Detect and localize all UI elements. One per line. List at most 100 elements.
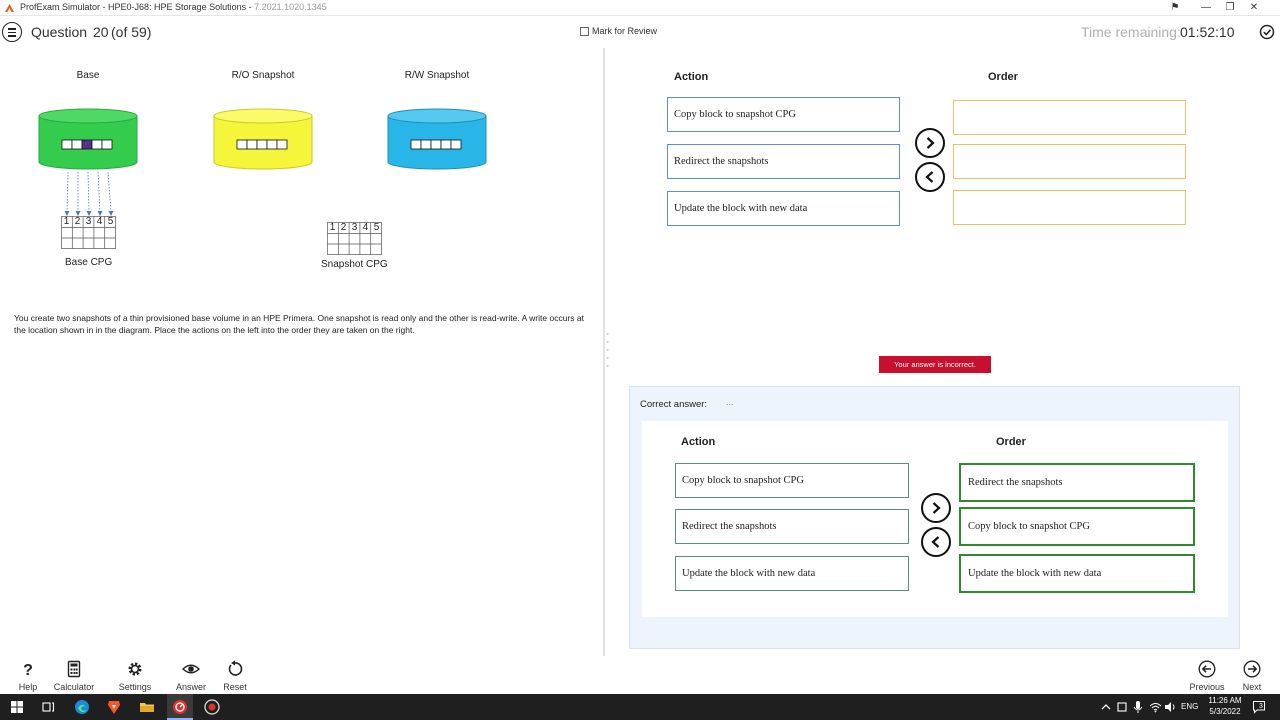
mapping-arrows — [64, 172, 114, 216]
app-version: 7.2021.1020.1345 — [254, 2, 327, 12]
clock-time[interactable]: 11:26 AM — [1207, 696, 1243, 705]
volume-label-rw-snapshot: R/W Snapshot — [404, 70, 470, 81]
language-indicator[interactable]: ENG — [1181, 702, 1198, 711]
splitter-grip-dots — [606, 333, 609, 367]
question-panel: Base R/O Snapshot R/W Snapshot 1 2 3 4 5… — [0, 48, 603, 656]
order-heading: Order — [988, 71, 1018, 83]
base-cpg-cell: 5 — [107, 216, 114, 227]
calculator-label: Calculator — [53, 682, 95, 692]
order-slot[interactable] — [953, 190, 1186, 225]
arrow-left-icon — [1198, 660, 1216, 678]
settings-button[interactable]: Settings — [114, 660, 156, 692]
move-right-button[interactable] — [915, 128, 945, 158]
correct-answer-label: Correct answer: — [640, 399, 708, 410]
ro-snapshot-cylinder — [213, 108, 313, 170]
reset-label: Reset — [223, 682, 247, 692]
rw-snapshot-cylinder — [387, 108, 487, 170]
previous-label: Previous — [1189, 682, 1225, 692]
file-explorer-icon[interactable] — [139, 699, 155, 715]
action-item[interactable]: Update the block with new data — [667, 191, 900, 226]
answer-button[interactable]: Answer — [173, 660, 209, 692]
base-cpg-cell: 1 — [63, 216, 70, 227]
close-button[interactable]: ✕ — [1243, 0, 1265, 15]
device-icon[interactable] — [1116, 701, 1128, 713]
windows-start-icon[interactable] — [9, 699, 25, 715]
snapshot-cpg-cell: 3 — [351, 222, 358, 233]
notification-count: 3 — [1259, 703, 1263, 710]
base-volume-cylinder — [38, 108, 138, 170]
question-label: Question — [31, 24, 88, 40]
correct-action-item: Copy block to snapshot CPG — [675, 463, 909, 498]
arrow-right-icon — [1243, 660, 1261, 678]
correct-move-left-button — [921, 527, 951, 557]
svg-text:?: ? — [23, 662, 33, 678]
help-icon: ? — [23, 662, 33, 678]
next-label: Next — [1242, 682, 1262, 692]
feedback-flag-icon[interactable]: ⚑ — [1164, 0, 1186, 15]
move-left-button[interactable] — [915, 162, 945, 192]
minimize-button[interactable]: — — [1195, 0, 1217, 15]
help-button[interactable]: ? Help — [14, 660, 42, 692]
snapshot-cpg-cell: 1 — [329, 222, 336, 233]
gear-icon — [128, 662, 142, 676]
edge-browser-icon[interactable] — [74, 699, 90, 715]
correct-answer-content: Action Order Copy block to snapshot CPG … — [642, 421, 1228, 617]
correct-order-item: Copy block to snapshot CPG — [959, 507, 1195, 546]
chevron-left-icon — [925, 171, 934, 183]
order-slot[interactable] — [953, 144, 1186, 179]
snapshot-cpg-cell: 2 — [340, 222, 347, 233]
snapshot-cpg-cell: 4 — [362, 222, 369, 233]
brave-browser-icon[interactable] — [106, 699, 122, 715]
answer-panel: Action Order Copy block to snapshot CPG … — [605, 48, 1280, 656]
correct-order-item: Update the block with new data — [959, 554, 1195, 593]
time-remaining-label: Time remaining: — [1081, 24, 1181, 40]
calculator-icon — [67, 660, 81, 678]
settings-label: Settings — [118, 682, 152, 692]
volume-icon[interactable] — [1164, 701, 1177, 713]
windows-taskbar: ENG 11:26 AM 5/3/2022 3 — [0, 694, 1280, 720]
base-cpg-label: Base CPG — [65, 257, 113, 268]
next-button[interactable]: Next — [1238, 660, 1266, 692]
base-cpg-cell: 2 — [74, 216, 81, 227]
correct-answer-panel: Correct answer: ... Action Order Copy bl… — [629, 386, 1240, 649]
volume-label-ro-snapshot: R/O Snapshot — [231, 70, 295, 81]
mark-for-review-label[interactable]: Mark for Review — [592, 26, 657, 36]
maximize-button[interactable]: ❐ — [1219, 0, 1241, 15]
snapshot-cpg-label: Snapshot CPG — [321, 259, 388, 270]
correct-order-item: Redirect the snapshots — [959, 463, 1195, 502]
order-slot[interactable] — [953, 100, 1186, 135]
eye-icon — [182, 664, 200, 674]
splitter-grip[interactable] — [606, 330, 609, 370]
chevron-right-icon — [932, 502, 941, 514]
base-cpg-cell: 3 — [85, 216, 92, 227]
calculator-button[interactable]: Calculator — [52, 660, 96, 692]
reset-icon — [228, 660, 243, 676]
chevron-up-icon[interactable] — [1100, 701, 1112, 713]
action-item[interactable]: Copy block to snapshot CPG — [667, 97, 900, 132]
task-view-icon[interactable] — [40, 699, 56, 715]
correct-action-heading: Action — [681, 436, 716, 448]
profexam-app-icon[interactable] — [172, 699, 188, 715]
question-text: You create two snapshots of a thin provi… — [14, 313, 584, 335]
window-titlebar: ProfExam Simulator - HPE0-J68: HPE Stora… — [0, 0, 1280, 16]
time-remaining-value: 01:52:10 — [1180, 24, 1235, 40]
correct-order-heading: Order — [996, 436, 1026, 448]
recorder-app-icon[interactable] — [204, 699, 220, 715]
window-title-text: ProfExam Simulator - HPE0-J68: HPE Stora… — [20, 2, 255, 12]
chevron-right-icon — [926, 137, 935, 149]
previous-button[interactable]: Previous — [1187, 660, 1227, 692]
volume-label-base: Base — [76, 70, 100, 81]
clock-date[interactable]: 5/3/2022 — [1207, 707, 1243, 716]
microphone-icon[interactable] — [1132, 700, 1144, 714]
chevron-left-icon — [931, 536, 940, 548]
reset-button[interactable]: Reset — [220, 660, 250, 692]
window-title: ProfExam Simulator - HPE0-J68: HPE Stora… — [20, 0, 327, 15]
finish-exam-icon[interactable] — [1259, 24, 1275, 40]
app-logo-icon — [5, 4, 14, 12]
menu-icon[interactable] — [2, 22, 22, 42]
snapshot-cpg-cell: 5 — [373, 222, 380, 233]
mark-for-review-checkbox[interactable] — [580, 27, 589, 36]
action-item[interactable]: Redirect the snapshots — [667, 144, 900, 179]
wifi-icon[interactable] — [1149, 701, 1162, 713]
question-total: (of 59) — [111, 24, 152, 40]
